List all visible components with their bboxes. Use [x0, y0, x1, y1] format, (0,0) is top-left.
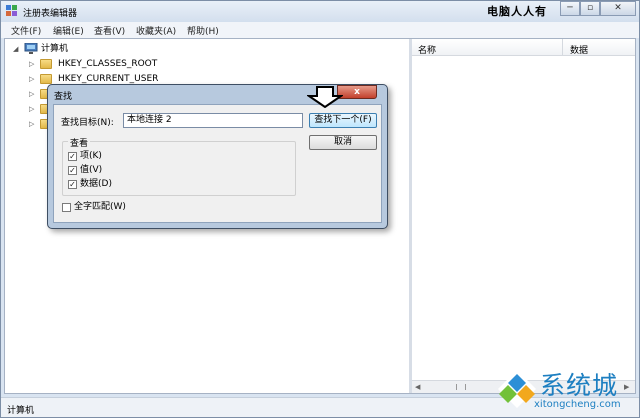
tree-root-label: 计算机: [41, 44, 69, 54]
close-icon: ✕: [614, 3, 622, 13]
title-bar[interactable]: 注册表编辑器 电脑人人有 ─ ▫ ✕: [1, 1, 639, 22]
find-target-label: 查找目标(N):: [61, 118, 114, 128]
column-name-header[interactable]: 名称: [418, 43, 436, 56]
look-at-group: 查看 ✓ 项(K) ✓ 值(V) ✓ 数据(D): [62, 136, 296, 196]
close-icon: x: [354, 87, 360, 97]
look-at-label: 查看: [68, 136, 91, 149]
list-header: 名称 数据: [412, 39, 635, 56]
expand-icon[interactable]: ▷: [29, 120, 37, 128]
xitongcheng-logo-icon: [498, 370, 536, 408]
checkbox-match-whole-string-label: 全字匹配(W): [74, 202, 126, 212]
find-target-input[interactable]: 本地连接 2: [123, 113, 303, 128]
dialog-close-button[interactable]: x: [337, 85, 377, 99]
checkbox-data[interactable]: ✓: [68, 180, 77, 189]
cancel-button[interactable]: 取消: [309, 135, 377, 150]
expand-icon[interactable]: ▷: [29, 105, 37, 113]
minimize-button[interactable]: ─: [560, 1, 580, 16]
dialog-title: 查找: [54, 92, 73, 102]
menu-file[interactable]: 文件(F): [11, 24, 41, 37]
window-title: 注册表编辑器: [23, 9, 78, 19]
computer-icon: [24, 43, 38, 54]
checkbox-keys-label: 项(K): [80, 151, 102, 161]
restore-button[interactable]: ▫: [580, 1, 600, 16]
values-list: 名称 数据 ◀ ▶: [412, 39, 635, 393]
watermark-title: 系统城: [540, 371, 619, 400]
menu-edit[interactable]: 编辑(E): [53, 24, 84, 37]
dialog-body: 查找目标(N): 本地连接 2 查找下一个(F) 取消 查看 ✓ 项(K) ✓ …: [53, 104, 382, 223]
checkbox-data-label: 数据(D): [80, 179, 112, 189]
folder-icon: [40, 59, 52, 69]
folder-icon: [40, 74, 52, 84]
collapse-icon[interactable]: ◢: [13, 45, 21, 53]
tree-item-label: HKEY_CLASSES_ROOT: [58, 59, 158, 69]
find-next-button[interactable]: 查找下一个(F): [309, 113, 377, 128]
minimize-icon: ─: [567, 3, 573, 13]
checkbox-values-label: 值(V): [80, 165, 103, 175]
pointer-arrow-icon: [307, 86, 343, 108]
menu-bar: 文件(F) 编辑(E) 查看(V) 收藏夹(A) 帮助(H): [1, 22, 639, 38]
checkbox-keys[interactable]: ✓: [68, 152, 77, 161]
menu-favorites[interactable]: 收藏夹(A): [136, 24, 176, 37]
watermark-url: xitongcheng.com: [534, 399, 621, 410]
scroll-thumb[interactable]: [456, 384, 466, 390]
brand-watermark-text: 电脑人人有: [487, 5, 547, 18]
close-window-button[interactable]: ✕: [600, 1, 636, 16]
menu-help[interactable]: 帮助(H): [187, 24, 219, 37]
expand-icon[interactable]: ▷: [29, 75, 37, 83]
checkbox-values[interactable]: ✓: [68, 166, 77, 175]
registry-editor-icon: [6, 5, 17, 16]
status-path: 计算机: [7, 406, 35, 416]
restore-icon: ▫: [586, 3, 594, 13]
checkbox-match-whole-string[interactable]: [62, 203, 71, 212]
site-watermark: 系统城 xitongcheng.com: [496, 362, 636, 416]
scroll-left-icon[interactable]: ◀: [415, 383, 420, 391]
column-divider[interactable]: [562, 39, 563, 56]
column-data-header[interactable]: 数据: [570, 43, 588, 56]
menu-view[interactable]: 查看(V): [94, 24, 125, 37]
expand-icon[interactable]: ▷: [29, 90, 37, 98]
expand-icon[interactable]: ▷: [29, 60, 37, 68]
